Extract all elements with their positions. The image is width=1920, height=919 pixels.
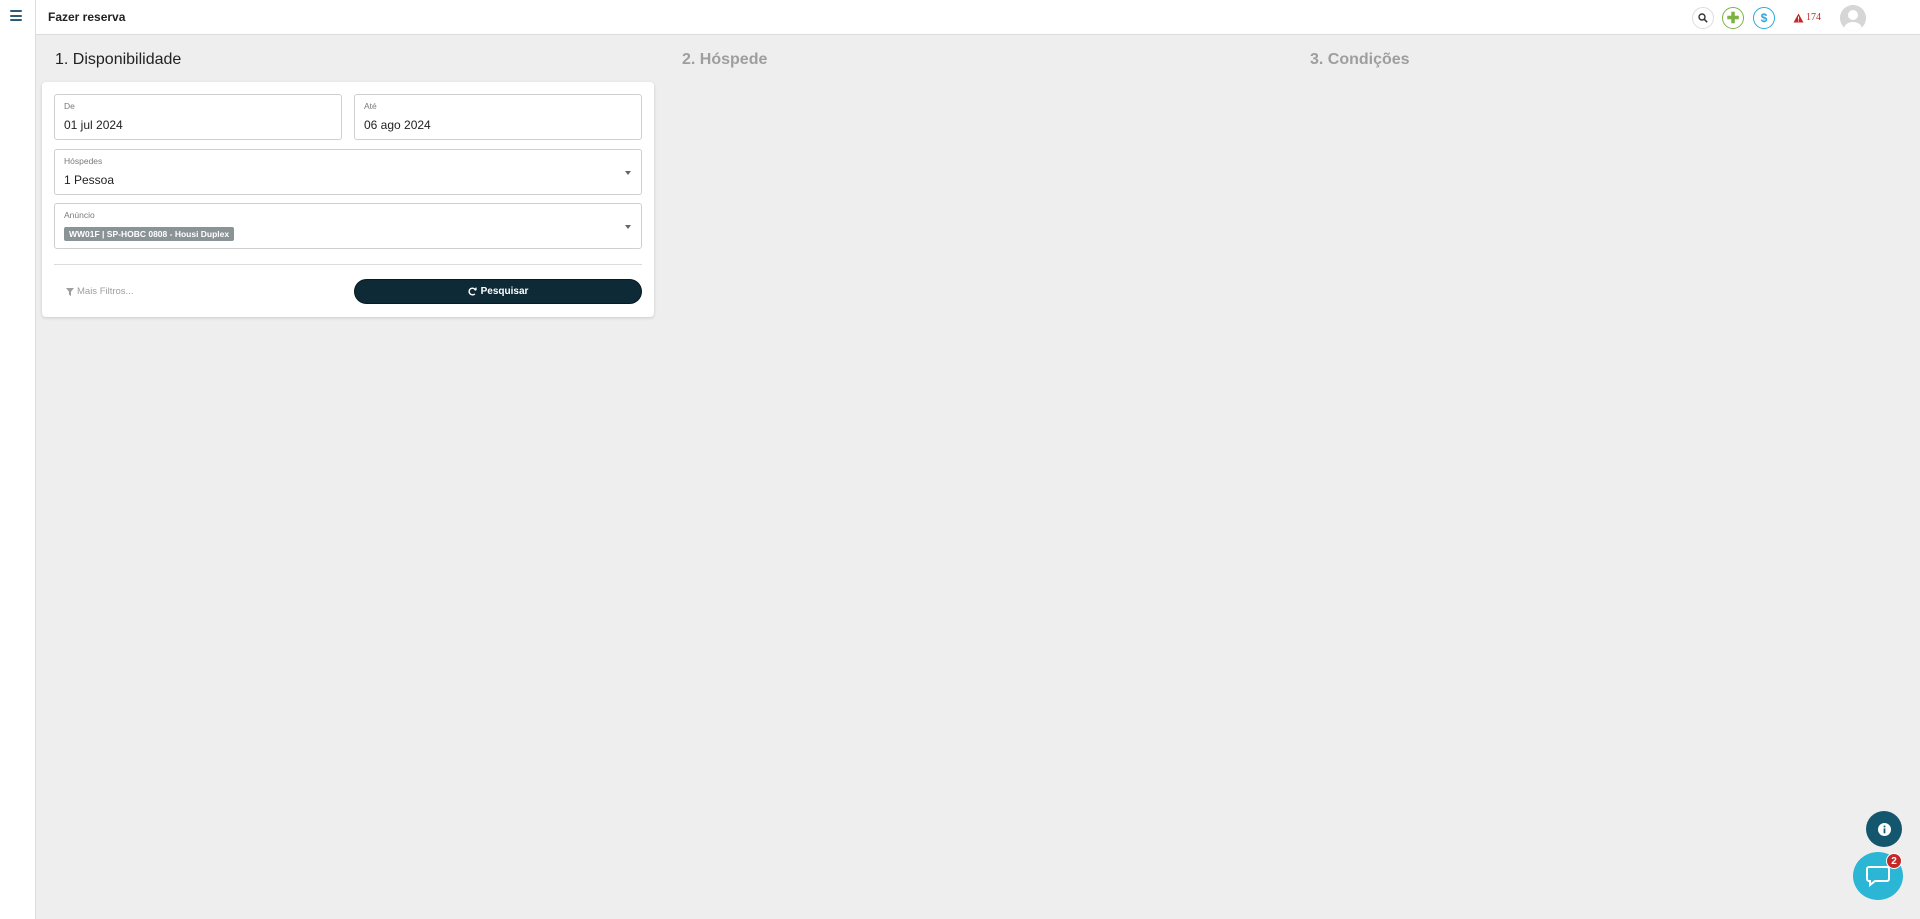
chat-notification-badge: 2 <box>1886 853 1902 869</box>
search-icon <box>1698 13 1708 23</box>
from-date-field[interactable]: De 01 jul 2024 <box>54 94 342 140</box>
finance-button[interactable]: $ <box>1753 7 1775 29</box>
filter-icon <box>66 287 74 296</box>
more-filters-label: Mais Filtros... <box>77 286 134 297</box>
step-conditions: 3. Condições <box>1310 51 1410 68</box>
alert-count: 174 <box>1806 12 1821 23</box>
listing-label: Anúncio <box>64 210 95 220</box>
page-title: Fazer reserva <box>48 10 126 24</box>
to-date-value: 06 ago 2024 <box>364 118 431 132</box>
add-button[interactable]: ✚ <box>1722 7 1744 29</box>
user-avatar-icon <box>1840 5 1866 31</box>
availability-card: De 01 jul 2024 Até 06 ago 2024 Hóspedes … <box>42 82 654 317</box>
guests-select[interactable]: Hóspedes 1 Pessoa <box>54 149 642 195</box>
guests-label: Hóspedes <box>64 156 103 166</box>
info-icon <box>1877 822 1891 836</box>
guests-value: 1 Pessoa <box>64 173 115 187</box>
search-submit-label: Pesquisar <box>480 286 529 297</box>
from-date-label: De <box>64 101 75 111</box>
step-guest: 2. Hóspede <box>682 51 768 68</box>
to-date-label: Até <box>364 101 377 111</box>
step-availability: 1. Disponibilidade <box>55 51 182 68</box>
from-date-value: 01 jul 2024 <box>64 118 123 132</box>
chevron-down-icon <box>625 225 631 229</box>
chat-icon <box>1866 866 1890 887</box>
info-button[interactable] <box>1866 811 1902 847</box>
listing-chip[interactable]: WW01F | SP-HOBC 0808 - Housi Duplex <box>64 227 235 241</box>
avatar[interactable] <box>1840 5 1866 31</box>
to-date-field[interactable]: Até 06 ago 2024 <box>354 94 642 140</box>
plus-icon: ✚ <box>1726 9 1740 27</box>
refresh-icon <box>468 287 477 296</box>
search-button[interactable] <box>1692 7 1714 29</box>
listing-select[interactable]: Anúncio WW01F | SP-HOBC 0808 - Housi Dup… <box>54 203 642 249</box>
alerts-button[interactable]: 174 <box>1793 12 1821 23</box>
search-submit-button[interactable]: Pesquisar <box>354 279 642 304</box>
divider <box>54 264 642 265</box>
more-filters-link[interactable]: Mais Filtros... <box>66 286 133 297</box>
dollar-icon: $ <box>1760 11 1768 25</box>
menu-icon[interactable] <box>10 10 22 21</box>
top-bar: Fazer reserva <box>36 0 1920 35</box>
left-sidebar <box>0 0 36 919</box>
chevron-down-icon <box>625 171 631 175</box>
warning-icon <box>1793 13 1804 22</box>
